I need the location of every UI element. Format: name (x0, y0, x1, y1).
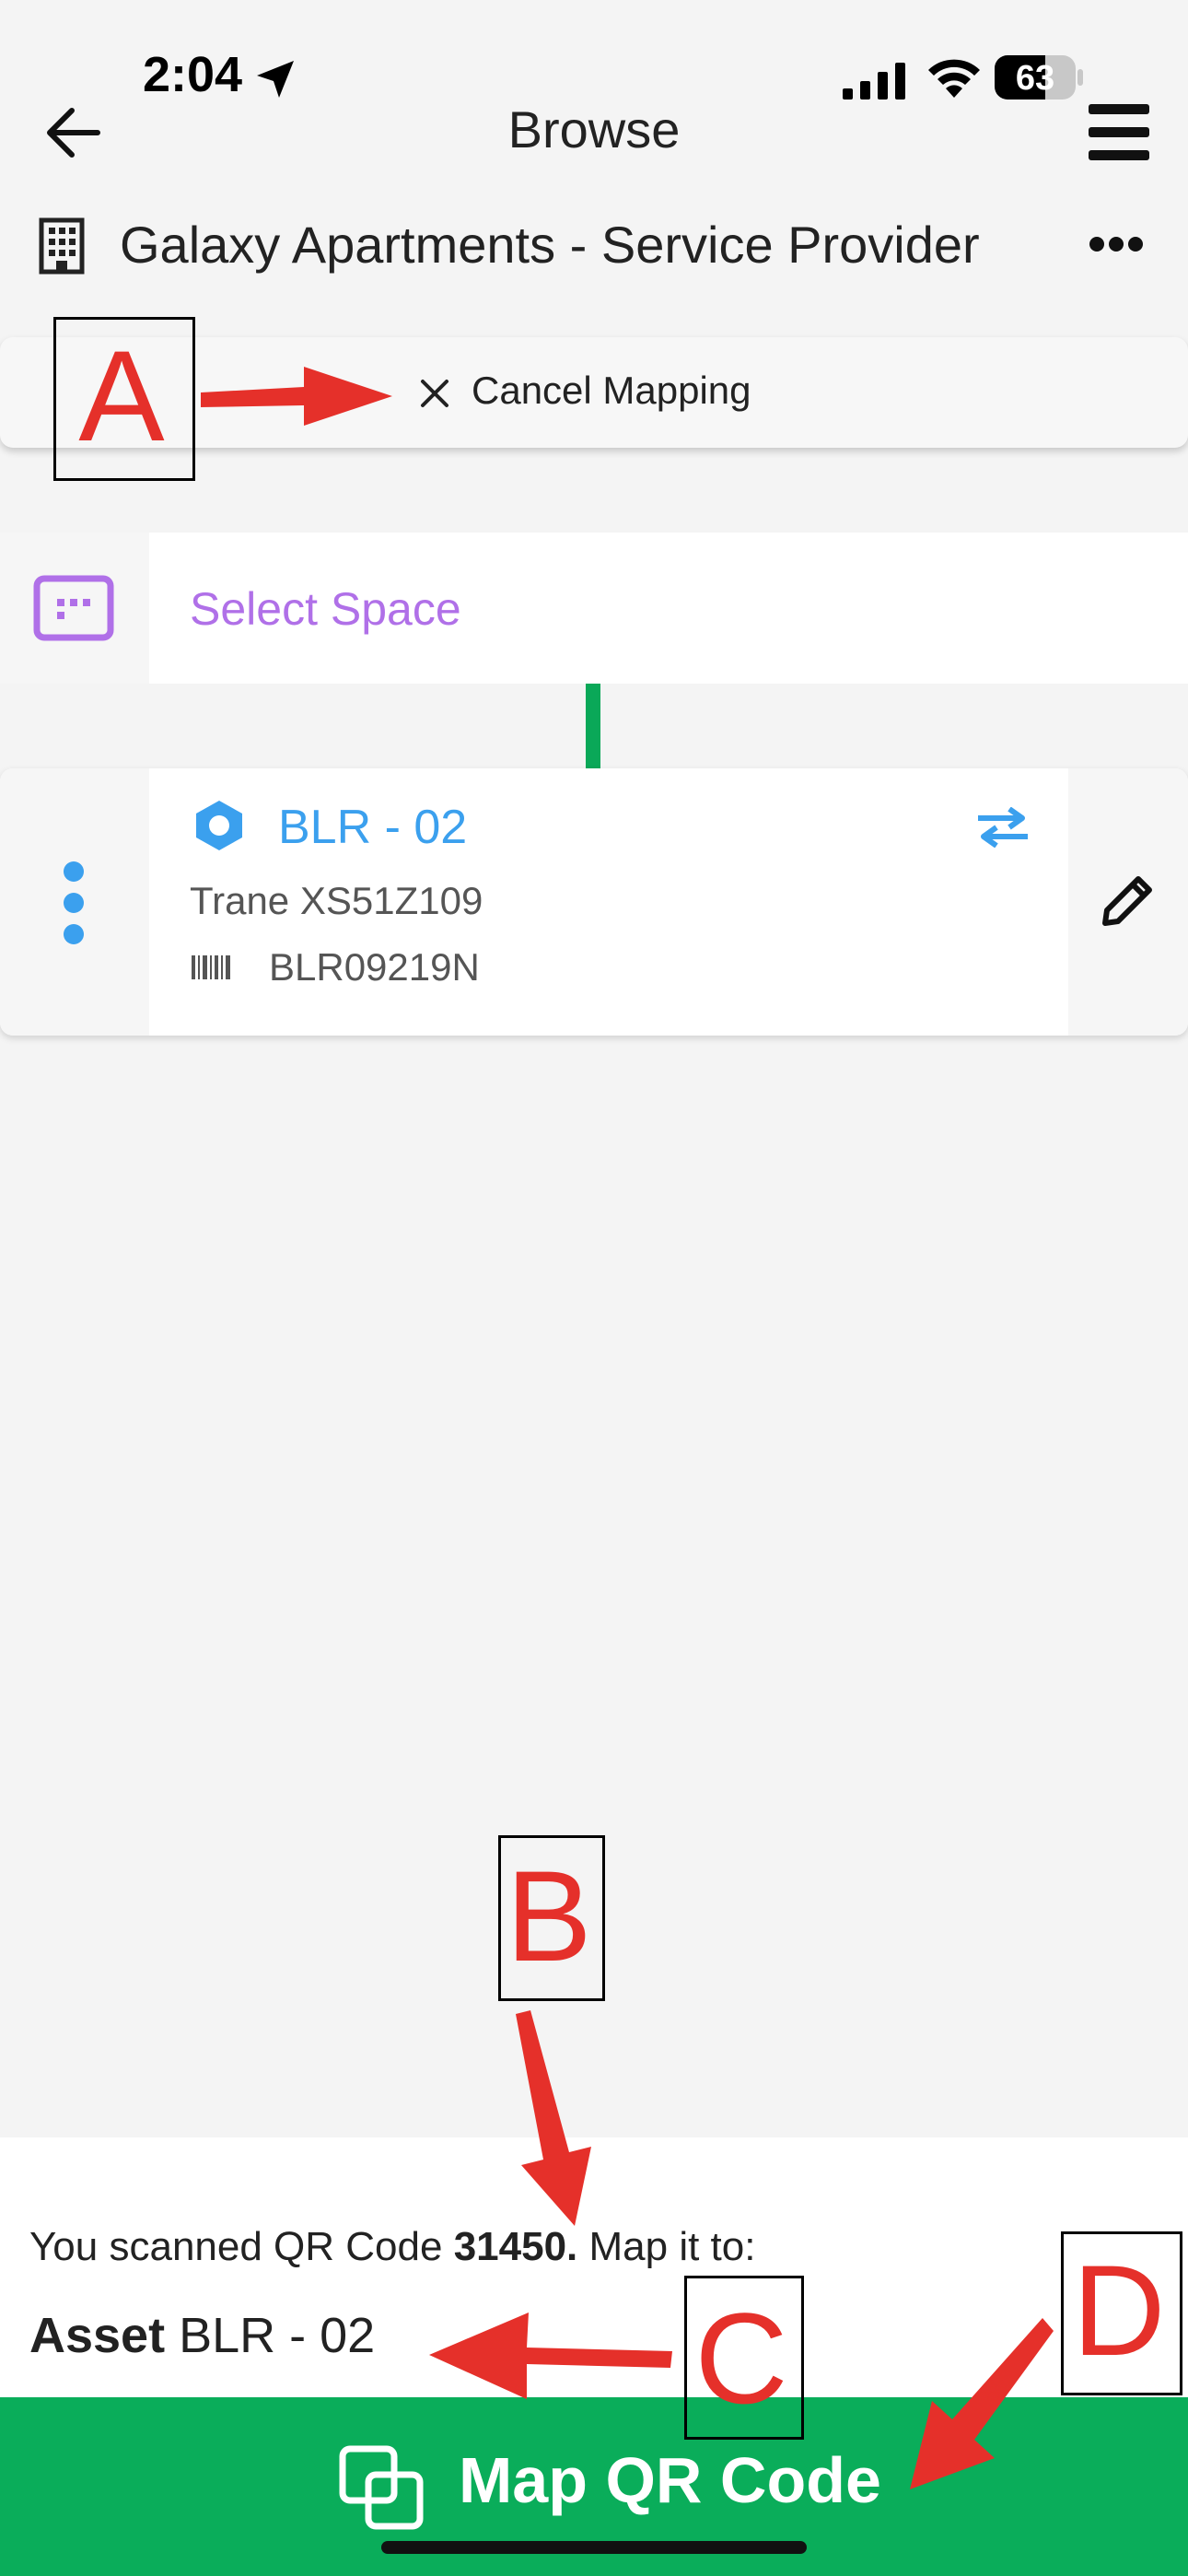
annotation-arrow-a (201, 367, 392, 426)
annotation-arrow-b (516, 2010, 591, 2226)
annotation-arrow-d (910, 2318, 1054, 2489)
annotation-arrows (201, 367, 1054, 2489)
annotation-arrow-c (429, 2313, 672, 2399)
